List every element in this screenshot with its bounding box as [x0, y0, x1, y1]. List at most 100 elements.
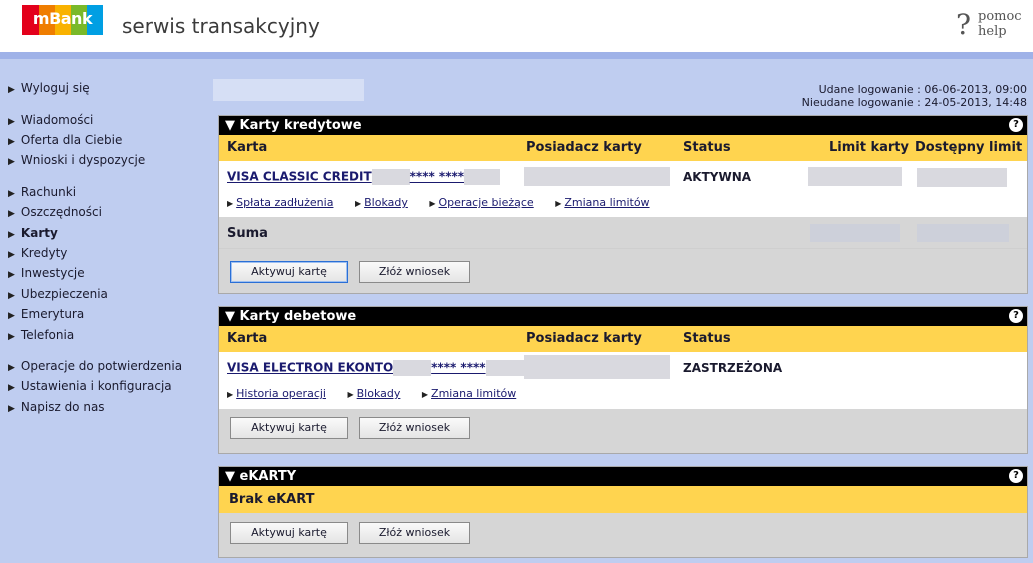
- card-number-redacted: [393, 360, 432, 376]
- card-link[interactable]: VISA CLASSIC CREDIT **** ****: [227, 169, 501, 185]
- triangle-right-icon: ▶: [8, 209, 15, 219]
- sidebar-item-loans[interactable]: ▶ Kredyty: [8, 246, 67, 260]
- panel-header[interactable]: ▼ eKARTY ?: [219, 467, 1027, 486]
- sidebar-item-savings[interactable]: ▶ Oszczędności: [8, 205, 102, 219]
- repay-link[interactable]: ▶ Spłata zadłużenia: [227, 196, 333, 209]
- sidebar-item-pension[interactable]: ▶ Emerytura: [8, 307, 84, 321]
- sidebar-item-label: Ubezpieczenia: [20, 287, 108, 301]
- sum-available-redacted: [917, 224, 1009, 242]
- triangle-right-icon: ▶: [354, 199, 362, 208]
- holder-redacted: [524, 355, 670, 379]
- triangle-right-icon: ▶: [8, 117, 15, 127]
- sidebar-item-accounts[interactable]: ▶ Rachunki: [8, 185, 76, 199]
- col-card: Karta: [227, 140, 268, 155]
- triangle-right-icon: ▶: [8, 189, 15, 199]
- panel-header[interactable]: ▼ Karty debetowe ?: [219, 307, 1027, 326]
- help-icon[interactable]: ?: [1009, 118, 1023, 132]
- sidebar-item-insurance[interactable]: ▶ Ubezpieczenia: [8, 287, 108, 301]
- debit-cards-panel: ▼ Karty debetowe ? Karta Posiadacz karty…: [218, 306, 1028, 454]
- sidebar-item-label: Karty: [20, 226, 58, 240]
- sidebar-item-logout[interactable]: ▶ Wyloguj się: [8, 81, 90, 95]
- sidebar-item-contact[interactable]: ▶ Napisz do nas: [8, 400, 105, 414]
- sum-label: Suma: [227, 226, 268, 241]
- help-icon[interactable]: ?: [1009, 309, 1023, 323]
- sidebar-item-investments[interactable]: ▶ Inwestycje: [8, 266, 85, 280]
- sidebar-item-offers[interactable]: ▶ Oferta dla Ciebie: [8, 133, 122, 147]
- sidebar-item-label: Oszczędności: [20, 205, 102, 219]
- activate-card-button[interactable]: Aktywuj kartę: [230, 417, 348, 439]
- blocks-link[interactable]: ▶ Blokady: [355, 196, 408, 209]
- triangle-right-icon: ▶: [8, 383, 15, 393]
- help-icon[interactable]: ?: [1009, 469, 1023, 483]
- service-title: serwis transakcyjny: [122, 14, 320, 38]
- card-link[interactable]: VISA ELECTRON EKONTO **** ****: [227, 360, 526, 376]
- triangle-right-icon: ▶: [8, 311, 15, 321]
- triangle-right-icon: ▶: [8, 230, 15, 240]
- help-icon[interactable]: ?: [956, 8, 971, 41]
- limit-redacted: [808, 167, 902, 186]
- empty-label: Brak eKART: [229, 492, 315, 507]
- sidebar-item-label: Wiadomości: [20, 113, 94, 127]
- triangle-right-icon: ▶: [8, 85, 15, 95]
- sidebar-item-label: Operacje do potwierdzenia: [20, 359, 183, 373]
- col-limit: Limit karty: [829, 140, 909, 155]
- button-row: Aktywuj kartę Złóż wniosek: [219, 249, 1027, 293]
- sidebar-item-messages[interactable]: ▶ Wiadomości: [8, 113, 93, 127]
- sidebar-item-label: Napisz do nas: [20, 400, 105, 414]
- submit-request-button[interactable]: Złóż wniosek: [359, 261, 470, 283]
- col-holder: Posiadacz karty: [526, 140, 642, 155]
- status-value: AKTYWNA: [683, 170, 752, 184]
- triangle-down-icon: ▼: [225, 118, 235, 133]
- sidebar-item-label: Telefonia: [20, 328, 75, 342]
- history-link[interactable]: ▶ Historia operacji: [227, 387, 326, 400]
- triangle-right-icon: ▶: [8, 404, 15, 414]
- sum-limit-redacted: [810, 224, 900, 242]
- blocks-link[interactable]: ▶ Blokady: [347, 387, 400, 400]
- empty-state-row: Brak eKART: [219, 486, 1027, 513]
- submit-request-button[interactable]: Złóż wniosek: [359, 522, 470, 544]
- triangle-right-icon: ▶: [429, 199, 436, 208]
- col-holder: Posiadacz karty: [526, 331, 642, 346]
- mbank-logo[interactable]: mBank: [22, 5, 103, 35]
- change-limits-link[interactable]: ▶ Zmiana limitów: [422, 387, 516, 400]
- activate-card-button[interactable]: Aktywuj kartę: [230, 261, 348, 283]
- panel-header[interactable]: ▼ Karty kredytowe ?: [219, 116, 1027, 135]
- current-operations-link[interactable]: ▶ Operacje bieżące: [429, 196, 533, 209]
- ekarty-panel: ▼ eKARTY ? Brak eKART Aktywuj kartę Złóż…: [218, 466, 1028, 558]
- triangle-right-icon: ▶: [8, 250, 15, 260]
- card-mask: **** ****: [409, 169, 465, 184]
- activate-card-button[interactable]: Aktywuj kartę: [230, 522, 348, 544]
- status-value: ZASTRZEŻONA: [683, 361, 783, 375]
- change-limits-link[interactable]: ▶ Zmiana limitów: [555, 196, 649, 209]
- sidebar-item-cards[interactable]: ▶ Karty: [8, 226, 58, 240]
- help-link[interactable]: pomoc help: [978, 9, 1022, 39]
- last-failed-login: Nieudane logowanie : 24-05-2013, 14:48: [801, 96, 1027, 109]
- triangle-right-icon: ▶: [347, 390, 354, 399]
- card-name: VISA CLASSIC CREDIT: [227, 169, 372, 184]
- sidebar-item-settings[interactable]: ▶ Ustawienia i konfiguracja: [8, 379, 172, 393]
- logo-text: mBank: [32, 9, 93, 28]
- sidebar-item-label: Rachunki: [20, 185, 77, 199]
- triangle-right-icon: ▶: [227, 390, 234, 399]
- triangle-right-icon: ▶: [8, 363, 15, 373]
- sidebar-item-pending-operations[interactable]: ▶ Operacje do potwierdzenia: [8, 359, 182, 373]
- table-row: VISA ELECTRON EKONTO **** **** ZASTRZEŻON…: [219, 352, 1027, 409]
- panel-title: Karty debetowe: [239, 309, 357, 324]
- sidebar-item-label: Oferta dla Ciebie: [20, 133, 123, 147]
- triangle-right-icon: ▶: [8, 270, 15, 280]
- user-name-redacted: [213, 79, 364, 101]
- top-bar: mBank serwis transakcyjny ? pomoc help: [0, 0, 1033, 52]
- submit-request-button[interactable]: Złóż wniosek: [359, 417, 470, 439]
- triangle-right-icon: ▶: [8, 332, 15, 342]
- sidebar-item-requests[interactable]: ▶ Wnioski i dyspozycje: [8, 153, 145, 167]
- sidebar-item-label: Wnioski i dyspozycje: [20, 153, 146, 167]
- sidebar-item-telephony[interactable]: ▶ Telefonia: [8, 328, 74, 342]
- triangle-right-icon: ▶: [421, 390, 429, 399]
- credit-cards-panel: ▼ Karty kredytowe ? Karta Posiadacz kart…: [218, 115, 1028, 294]
- sidebar-item-label: Ustawienia i konfiguracja: [20, 379, 172, 393]
- card-number-redacted: [464, 169, 501, 185]
- table-header: Karta Posiadacz karty Status Limit karty…: [219, 135, 1027, 161]
- sidebar-item-label: Emerytura: [20, 307, 85, 321]
- table-row: VISA CLASSIC CREDIT **** **** AKTYWNA ▶ Sp…: [219, 161, 1027, 217]
- triangle-right-icon: ▶: [8, 137, 15, 147]
